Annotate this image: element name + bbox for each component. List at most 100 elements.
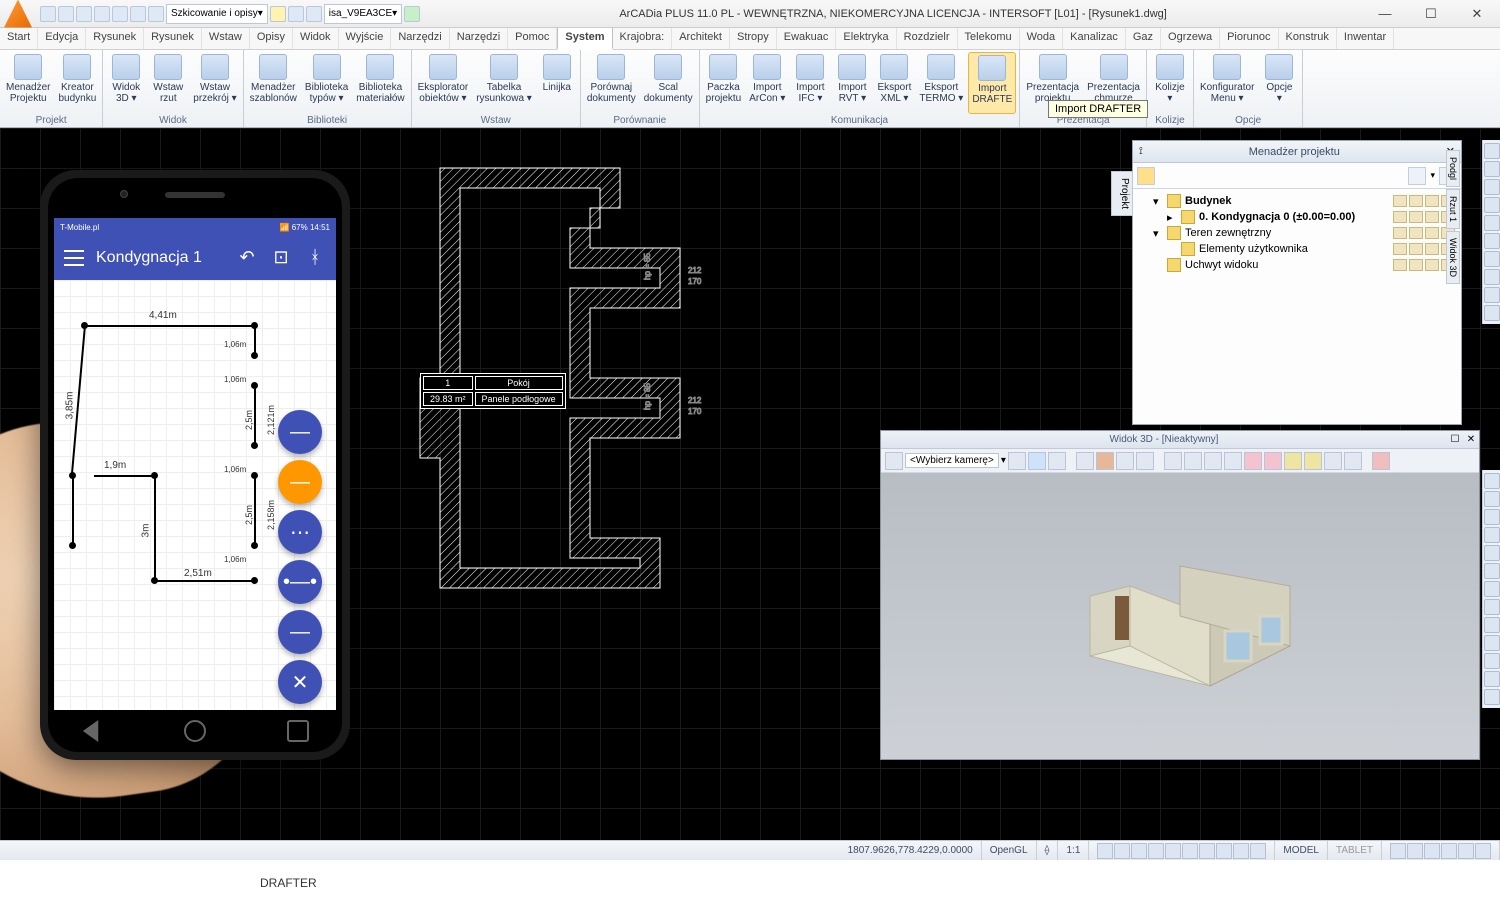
menu-rozdzielnica[interactable]: Rozdzielr — [897, 28, 958, 49]
v3d-btn2-icon[interactable] — [1028, 452, 1046, 470]
zoom-window-icon[interactable] — [1484, 197, 1500, 213]
ribbon-btn-widok[interactable]: Widok3D ▾ — [106, 52, 146, 114]
pm-home-icon[interactable] — [1137, 167, 1155, 185]
menu-woda[interactable]: Woda — [1020, 28, 1064, 49]
menu-ogrzewanie[interactable]: Ogrzewa — [1161, 28, 1220, 49]
tool-i-icon[interactable] — [1484, 617, 1500, 633]
snap6-icon[interactable] — [1182, 843, 1198, 859]
qat-open-icon[interactable] — [58, 6, 74, 22]
ribbon-btn-biblioteka[interactable]: Bibliotekatypów ▾ — [302, 52, 351, 114]
tool-d-icon[interactable] — [1484, 527, 1500, 543]
ribbon-btn-wstaw[interactable]: Wstawprzekrój ▾ — [190, 52, 239, 114]
ribbon-btn-import[interactable]: ImportDRAFTE — [968, 52, 1016, 114]
view3d-close-icon[interactable]: ✕ — [1463, 434, 1479, 445]
ribbon-btn-paczka[interactable]: Paczkaprojektu — [703, 52, 745, 114]
menu-widok[interactable]: Widok — [293, 28, 339, 49]
snap1-icon[interactable] — [1097, 843, 1113, 859]
ribbon-btn-eksport[interactable]: EksportTERMO ▾ — [916, 52, 966, 114]
menu-stropy[interactable]: Stropy — [730, 28, 777, 49]
menu-opisy[interactable]: Opisy — [250, 28, 293, 49]
snap4-icon[interactable] — [1148, 843, 1164, 859]
qat-lock-icon[interactable] — [306, 6, 322, 22]
menu-piorunochron[interactable]: Piorunoc — [1220, 28, 1278, 49]
qat-undo-icon[interactable] — [112, 6, 128, 22]
v3d-btn11-icon[interactable] — [1264, 452, 1282, 470]
status-compass-icon[interactable]: ⟠ — [1037, 841, 1059, 860]
view3d-maximize-icon[interactable]: ☐ — [1447, 434, 1463, 445]
v3d-brick-icon[interactable] — [1096, 452, 1114, 470]
tool-j-icon[interactable] — [1484, 635, 1500, 651]
layer-flag-icon[interactable] — [1393, 227, 1407, 239]
ribbon-btn-tabelka[interactable]: Tabelkarysunkowa ▾ — [473, 52, 535, 114]
layer-flag-icon[interactable] — [1409, 243, 1423, 255]
ribbon-btn-menadżer[interactable]: MenadżerProjektu — [3, 52, 53, 114]
qat-redo-icon[interactable] — [130, 6, 146, 22]
menu-krajobraz[interactable]: Krajobra: — [613, 28, 673, 49]
tree-node-view-handle[interactable]: Uchwyt widoku — [1139, 257, 1455, 273]
v3d-plane-icon[interactable] — [1136, 452, 1154, 470]
menu-start[interactable]: Start — [0, 28, 38, 49]
ribbon-btn-import[interactable]: ImportIFC ▾ — [790, 52, 830, 114]
ribbon-btn-linijka[interactable]: Linijka — [537, 52, 577, 114]
tree-node-building[interactable]: ▾Budynek — [1139, 193, 1455, 209]
snap2-icon[interactable] — [1114, 843, 1130, 859]
menu-wyjscie[interactable]: Wyjście — [339, 28, 392, 49]
v3d-btn3-icon[interactable] — [1048, 452, 1066, 470]
v3d-btn13-icon[interactable] — [1304, 452, 1322, 470]
view3d-viewport[interactable] — [881, 473, 1479, 759]
menu-rysunek[interactable]: Rysunek — [86, 28, 144, 49]
v3d-camera-icon[interactable] — [885, 452, 903, 470]
tool-b-icon[interactable] — [1484, 491, 1500, 507]
tool-h-icon[interactable] — [1484, 599, 1500, 615]
layer-flag-icon[interactable] — [1425, 227, 1439, 239]
layer-flag-icon[interactable] — [1425, 259, 1439, 271]
ribbon-btn-scal[interactable]: Scaldokumenty — [641, 52, 696, 114]
tab-podglad[interactable]: Podgl — [1446, 150, 1460, 187]
eye-icon[interactable] — [1484, 287, 1500, 303]
maximize-button[interactable]: ☐ — [1408, 0, 1454, 28]
tree-node-user-el[interactable]: Elementy użytkownika — [1139, 241, 1455, 257]
layer-flag-icon[interactable] — [1409, 195, 1423, 207]
v3d-btn6-icon[interactable] — [1164, 452, 1182, 470]
zoom-out-icon[interactable] — [1484, 179, 1500, 195]
menu-wstaw[interactable]: Wstaw — [202, 28, 250, 49]
v3d-btn8-icon[interactable] — [1204, 452, 1222, 470]
tree-node-terrain[interactable]: ▾Teren zewnętrzny — [1139, 225, 1455, 241]
ribbon-btn-import[interactable]: ImportRVT ▾ — [832, 52, 872, 114]
snap8-icon[interactable] — [1216, 843, 1232, 859]
end5-icon[interactable] — [1458, 843, 1474, 859]
layer-flag-icon[interactable] — [1393, 243, 1407, 255]
menu-narzedzia2[interactable]: Narzędzi — [450, 28, 508, 49]
qat-print-icon[interactable] — [94, 6, 110, 22]
v3d-btn12-icon[interactable] — [1284, 452, 1302, 470]
ribbon-btn-biblioteka[interactable]: Bibliotekamateriałów — [353, 52, 407, 114]
ribbon-btn-menadżer[interactable]: Menadżerszablonów — [247, 52, 300, 114]
ribbon-btn-eksport[interactable]: EksportXML ▾ — [874, 52, 914, 114]
ribbon-btn-konfigurator[interactable]: KonfiguratorMenu ▾ — [1197, 52, 1257, 114]
end6-icon[interactable] — [1475, 843, 1491, 859]
tool-c-icon[interactable] — [1484, 509, 1500, 525]
snap7-icon[interactable] — [1199, 843, 1215, 859]
qat-save-icon[interactable] — [76, 6, 92, 22]
tab-widok3d[interactable]: Widok 3D — [1446, 231, 1460, 284]
status-tablet[interactable]: TABLET — [1328, 841, 1382, 860]
menu-telekom[interactable]: Telekomu — [958, 28, 1020, 49]
layer-flag-icon[interactable] — [1393, 211, 1407, 223]
end1-icon[interactable] — [1390, 843, 1406, 859]
qat-play-icon[interactable] — [404, 6, 420, 22]
menu-edycja[interactable]: Edycja — [38, 28, 86, 49]
layer-flag-icon[interactable] — [1409, 211, 1423, 223]
v3d-btn16-icon[interactable] — [1372, 452, 1390, 470]
tool-m-icon[interactable] — [1484, 689, 1500, 705]
ribbon-btn-kolizje[interactable]: Kolizje▾ — [1150, 52, 1190, 114]
qat-bulb-icon[interactable] — [270, 6, 286, 22]
zoom-prev-icon[interactable] — [1484, 251, 1500, 267]
v3d-btn4-icon[interactable] — [1076, 452, 1094, 470]
ribbon-btn-opcje[interactable]: Opcje▾ — [1259, 52, 1299, 114]
zoom-extents-icon[interactable] — [1484, 143, 1500, 159]
tool-k-icon[interactable] — [1484, 653, 1500, 669]
layer-flag-icon[interactable] — [1393, 195, 1407, 207]
qat-new-icon[interactable] — [40, 6, 56, 22]
menu-pomoc[interactable]: Pomoc — [508, 28, 557, 49]
status-scale[interactable]: 1:1 — [1058, 841, 1089, 860]
